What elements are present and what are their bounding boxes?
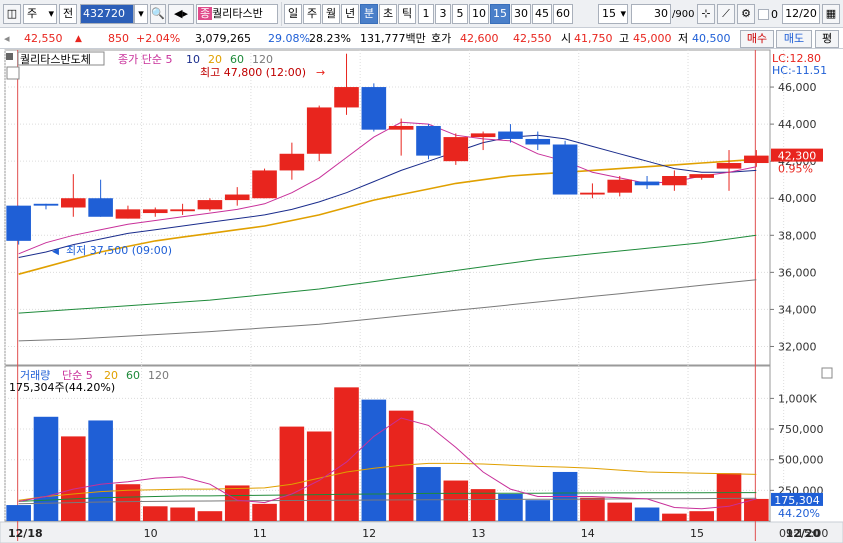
- candle-body: [416, 125, 441, 156]
- volume-bar: [634, 507, 660, 521]
- current-volume-pct-text: 44.20%: [778, 507, 820, 520]
- volume-tick-label: 500,000: [778, 454, 824, 467]
- candle-body: [197, 200, 223, 210]
- price-tick-label: 34,000: [778, 303, 817, 316]
- candle-body: [279, 153, 305, 171]
- volume-bar: [88, 420, 113, 521]
- candle-body: [115, 209, 141, 219]
- price-ma-period: 120: [252, 53, 273, 66]
- volume-bar: [170, 507, 195, 521]
- candle-body: [634, 181, 660, 186]
- candle-body: [388, 125, 414, 130]
- price-panel-title: 퀄리타스반도체: [20, 53, 91, 66]
- volume-bar: [580, 497, 605, 521]
- candle-body: [662, 176, 687, 186]
- volume-bar: [443, 480, 469, 521]
- volume-current-label: 175,304주(44.20%): [9, 381, 115, 394]
- time-tick-label: 14: [581, 527, 595, 540]
- price-ma-period: 60: [230, 53, 244, 66]
- volume-bar: [689, 511, 714, 521]
- time-tick-label: 10: [144, 527, 158, 540]
- candle-body: [224, 194, 250, 201]
- price-ma-period: 20: [208, 53, 222, 66]
- volume-tick-label: 750,000: [778, 423, 824, 436]
- price-ma-period: 10: [186, 53, 200, 66]
- candle-body: [252, 170, 277, 199]
- volume-tick-label: 1,000K: [778, 392, 817, 405]
- candle-body: [142, 209, 168, 214]
- volume-bar: [6, 505, 31, 521]
- min-price-arrow-icon: ◀: [52, 247, 59, 257]
- candle-body: [443, 137, 469, 162]
- candle-body: [61, 198, 86, 208]
- candle-body: [6, 205, 31, 241]
- volume-bar: [252, 503, 277, 521]
- volume-bar: [716, 473, 742, 521]
- price-tick-label: 46,000: [778, 81, 817, 94]
- price-tick-label: 40,000: [778, 192, 817, 205]
- max-price-arrow-icon: →: [316, 66, 325, 79]
- time-axis-corner: 09:15:00: [779, 527, 828, 540]
- current-volume-tag-text: 175,304: [774, 494, 820, 507]
- candle-body: [716, 163, 742, 169]
- current-pct-tag-text: 0.95%: [778, 163, 813, 176]
- volume-bar: [498, 494, 523, 521]
- volume-bar: [61, 436, 86, 521]
- candle-body: [170, 209, 195, 212]
- volume-bar: [525, 500, 551, 521]
- candle-body: [607, 179, 633, 193]
- min-price-label: 최저 37,500 (09:00): [66, 244, 172, 257]
- price-tick-label: 38,000: [778, 229, 817, 242]
- panel-menu-icon: [6, 53, 13, 60]
- candle-body: [552, 144, 578, 195]
- time-tick-label: 12: [362, 527, 376, 540]
- stock-chart[interactable]: 32,00034,00036,00038,00040,00042,00044,0…: [0, 0, 843, 543]
- candle-body: [334, 87, 359, 108]
- volume-ma-period: 60: [126, 369, 140, 382]
- time-tick-label: 15: [690, 527, 704, 540]
- candle-body: [470, 133, 496, 138]
- volume-bar: [142, 506, 168, 521]
- volume-bar: [197, 511, 223, 521]
- candle-body: [306, 107, 332, 154]
- volume-bar: [279, 426, 305, 521]
- candle-body: [88, 198, 113, 217]
- candle-body: [580, 192, 605, 195]
- volume-bar: [361, 399, 387, 521]
- volume-bar: [33, 416, 59, 521]
- time-tick-label: 12/18: [8, 527, 43, 540]
- hc-label: HC:-11.51: [772, 64, 827, 77]
- current-price-tag-text: 42,300: [778, 150, 817, 163]
- volume-bar: [470, 489, 496, 521]
- time-tick-label: 13: [471, 527, 485, 540]
- candle-body: [361, 87, 387, 130]
- time-tick-label: 11: [253, 527, 267, 540]
- volume-bar: [224, 485, 250, 521]
- volume-ma-period: 120: [148, 369, 169, 382]
- volume-bar: [607, 502, 633, 521]
- volume-panel-close-icon: [821, 367, 833, 379]
- volume-bar: [744, 498, 769, 521]
- candle-body: [525, 138, 551, 145]
- time-axis-bar: [0, 521, 843, 543]
- price-tick-label: 32,000: [778, 340, 817, 353]
- candle-body: [689, 174, 714, 178]
- volume-bar: [662, 513, 687, 521]
- grid-toggle-icon: [6, 66, 20, 80]
- price-tick-label: 44,000: [778, 118, 817, 131]
- price-tick-label: 36,000: [778, 266, 817, 279]
- candle-body: [33, 203, 59, 206]
- candle-body: [498, 131, 523, 139]
- max-price-label: 최고 47,800 (12:00): [200, 66, 306, 79]
- price-ma-label: 종가 단순 5: [118, 53, 172, 66]
- candle-body: [744, 155, 769, 164]
